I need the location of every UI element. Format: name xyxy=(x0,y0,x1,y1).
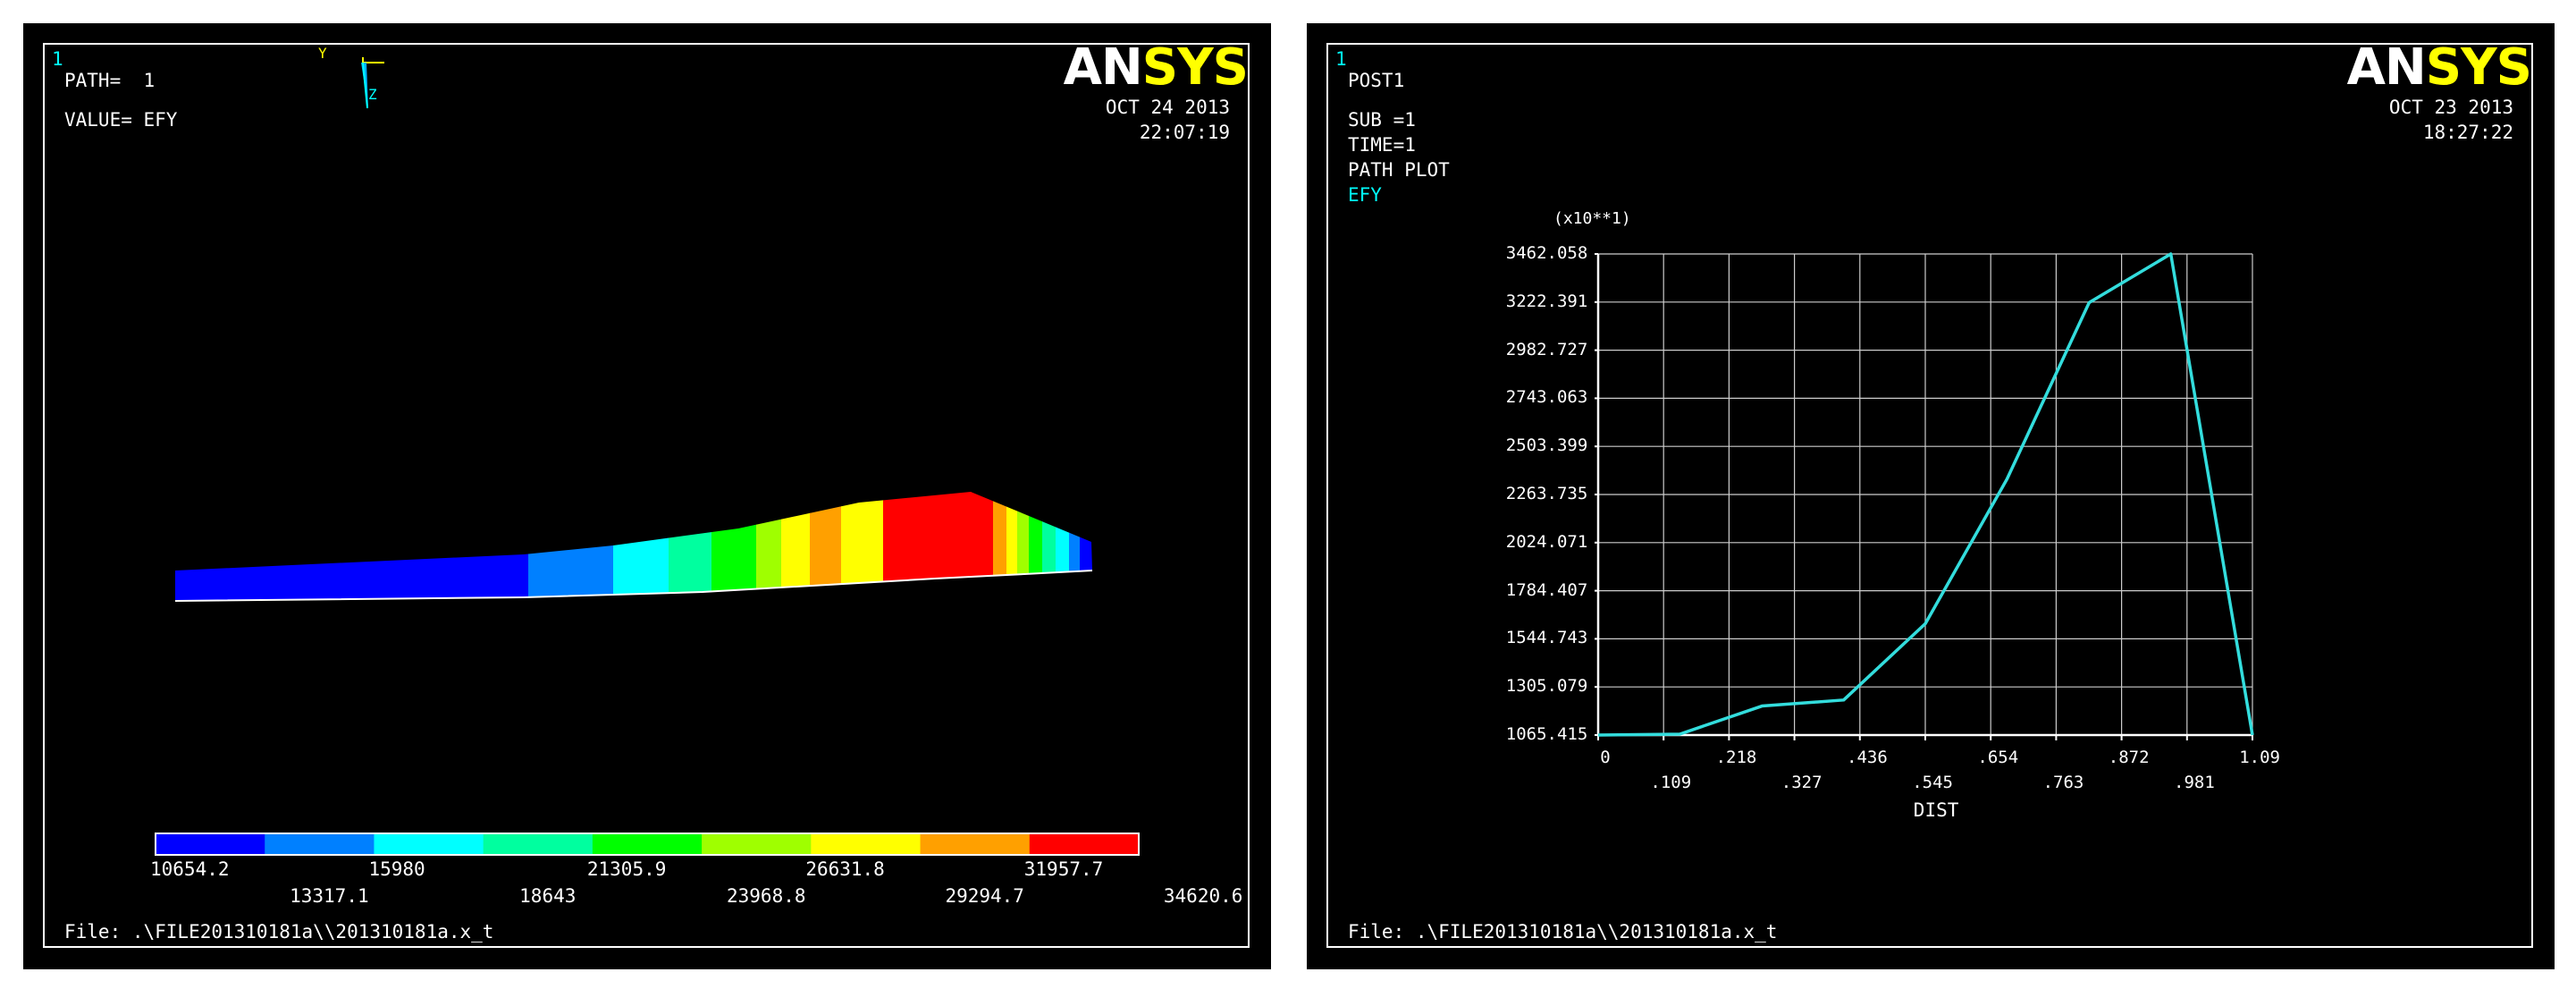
legend-label-top-0: 10654.2 xyxy=(150,858,230,880)
legend-label-top-2: 21305.9 xyxy=(586,858,667,880)
legend-swatch-1 xyxy=(265,833,375,855)
legend-label-top-1: 15980 xyxy=(368,858,425,880)
x-tick-label-bottom-4: .981 xyxy=(2174,773,2215,792)
legend-label-bottom-3: 29294.7 xyxy=(945,885,1024,907)
y-tick-label-7: 2743.063 xyxy=(1505,387,1588,408)
x-axis-title: DIST xyxy=(1913,799,1959,821)
contour-plot-panel: 1 PATH= 1 VALUE= EFY Y Z ANSYS OCT 24 20… xyxy=(23,23,1271,969)
y-tick-label-3: 1784.407 xyxy=(1505,579,1588,600)
legend-swatch-4 xyxy=(592,833,703,855)
legend-swatch-3 xyxy=(483,833,593,855)
y-tick-label-6: 2503.399 xyxy=(1505,435,1588,456)
x-tick-label-top-2: .436 xyxy=(1847,748,1888,767)
legend-label-bottom-1: 18643 xyxy=(519,885,577,907)
legend-label-bottom-4: 34620.6 xyxy=(1163,885,1243,907)
legend-label-top-4: 31957.7 xyxy=(1023,858,1104,880)
x-tick-label-bottom-2: .545 xyxy=(1912,773,1953,792)
legend-swatch-0 xyxy=(156,833,265,855)
x-tick-label-bottom-3: .763 xyxy=(2042,773,2084,792)
y-tick-label-4: 2024.071 xyxy=(1505,531,1588,552)
x-tick-label-top-4: .872 xyxy=(2108,748,2150,767)
x-tick-label-top-5: 1.09 xyxy=(2239,748,2280,767)
contour-legend-bar xyxy=(155,833,1140,856)
y-tick-label-9: 3222.391 xyxy=(1505,291,1588,311)
x-tick-label-top-3: .654 xyxy=(1977,748,2019,767)
x-tick-label-top-0: 0 xyxy=(1600,748,1611,767)
x-tick-label-bottom-0: .109 xyxy=(1650,773,1692,792)
y-tick-label-10: 3462.058 xyxy=(1505,243,1588,263)
legend-swatch-6 xyxy=(811,833,922,855)
path-plot-panel: 1 POST1 SUB =1 TIME=1 PATH PLOT EFY ANSY… xyxy=(1307,23,2555,969)
x-tick-label-bottom-1: .327 xyxy=(1780,773,1823,792)
y-tick-label-1: 1305.079 xyxy=(1505,676,1588,697)
y-tick-label-2: 1544.743 xyxy=(1505,628,1588,648)
file-path-label: File: .\FILE201310181a\\201310181a.x_t xyxy=(64,921,494,943)
legend-label-bottom-2: 23968.8 xyxy=(727,885,806,907)
legend-swatch-8 xyxy=(1029,833,1140,855)
legend-label-top-3: 26631.8 xyxy=(805,858,885,880)
path-line-chart xyxy=(1595,252,2254,740)
legend-swatch-5 xyxy=(702,833,812,855)
y-tick-label-8: 2982.727 xyxy=(1505,339,1588,359)
legend-swatch-7 xyxy=(920,833,1031,855)
x-tick-label-top-1: .218 xyxy=(1715,748,1757,767)
y-tick-label-0: 1065.415 xyxy=(1505,724,1588,744)
y-tick-label-5: 2263.735 xyxy=(1505,484,1588,503)
legend-swatch-2 xyxy=(374,833,484,855)
file-path-label: File: .\FILE201310181a\\201310181a.x_t xyxy=(1348,921,1778,943)
legend-label-bottom-0: 13317.1 xyxy=(290,885,369,907)
